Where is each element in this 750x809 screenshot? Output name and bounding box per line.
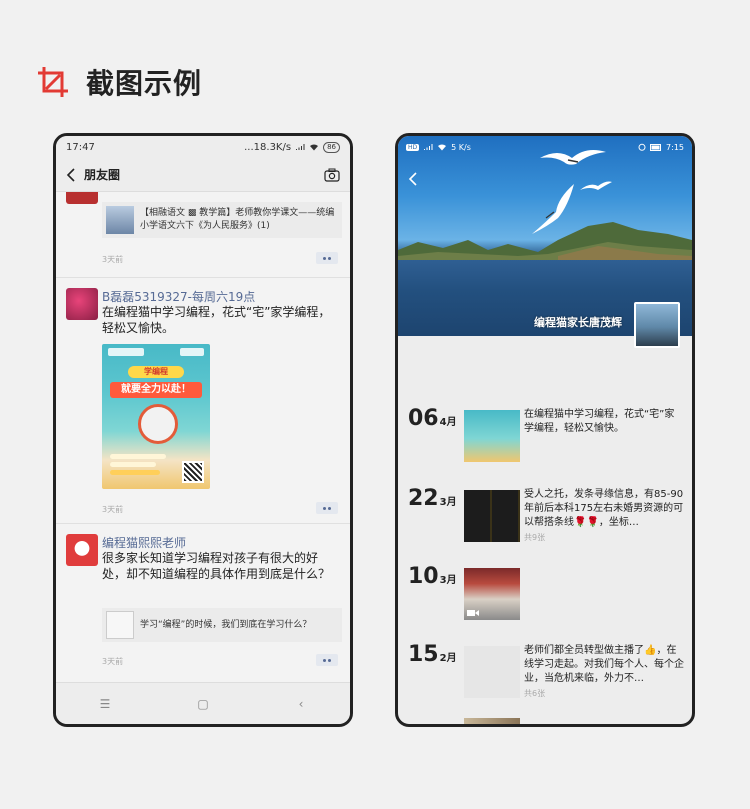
post-author[interactable]: B磊磊5319327-每周六19点 <box>102 288 255 305</box>
entry-date: 223月 <box>408 486 457 511</box>
qr-code <box>182 461 204 483</box>
more-actions-button[interactable] <box>316 502 338 514</box>
avatar[interactable] <box>66 288 98 320</box>
link-thumbnail <box>106 206 134 234</box>
wifi-icon <box>310 144 319 151</box>
owner-name[interactable]: 编程猫家长唐茂辉 <box>534 314 622 330</box>
shared-link-card[interactable]: 【相融语文 ▩ 教学篇】老师教你学课文——统编小学语文六下《为人民服务》(1) <box>102 202 342 238</box>
shared-link-card[interactable]: 学习“编程”的时候，我们到底在学习什么？ <box>102 608 342 642</box>
entry-thumbnail <box>464 718 520 724</box>
back-icon[interactable]: ‹ <box>294 697 308 711</box>
entry-text: 受人之托，发条寻缘信息，有85-90年前后本科175左右未婚男资源的可以帮搭条线… <box>524 489 684 528</box>
link-thumbnail <box>106 611 134 639</box>
poster-tag: 学编程 <box>128 366 184 378</box>
entry-date: 152月 <box>408 642 457 667</box>
camera-icon[interactable] <box>324 168 340 182</box>
post-time: 3天前 <box>102 657 124 666</box>
link-title: 【相融语文 ▩ 教学篇】老师教你学课文——统编小学语文六下《为人民服务》(1) <box>140 208 335 231</box>
owner-avatar[interactable] <box>634 302 680 348</box>
avatar[interactable] <box>66 534 98 566</box>
poster-headline: 就要全力以赴！ <box>110 382 202 398</box>
feed-post: B磊磊5319327-每周六19点 在编程猫中学习编程，花式“宅”家学编程，轻松… <box>56 278 350 524</box>
video-icon <box>467 610 479 616</box>
page-title: 截图示例 <box>86 67 203 100</box>
moments-feed[interactable]: 【相融语文 ▩ 教学篇】老师教你学课文——统编小学语文六下《为人民服务》(1) … <box>56 192 350 682</box>
seagull-image <box>540 150 606 165</box>
entry-date: 064月 <box>408 406 457 431</box>
post-text: 很多家长知道学习编程对孩子有很大的好处，却不知道编程的具体作用到底是什么？ <box>102 551 331 581</box>
battery-icon <box>650 143 662 151</box>
entry-thumbnail <box>464 646 520 698</box>
crop-icon <box>38 67 68 97</box>
timeline-entry[interactable] <box>398 718 692 724</box>
seagull-image <box>580 181 612 190</box>
system-nav-bar: ☰ ▢ ‹ <box>56 682 350 724</box>
home-icon[interactable]: ▢ <box>196 697 210 711</box>
entry-date: 103月 <box>408 564 457 589</box>
battery-indicator: 86 <box>323 141 340 153</box>
network-speed: ...18.3K/s <box>244 141 292 153</box>
post-text: 在编程猫中学习编程，花式“宅”家学编程，轻松又愉快。 <box>102 305 331 335</box>
wifi-icon <box>438 144 447 151</box>
feed-post: 编程猫熙熙老师 很多家长知道学习编程对孩子有很大的好处，却不知道编程的具体作用到… <box>56 524 350 682</box>
entry-thumbnail <box>464 410 520 462</box>
network-speed: 5 K/s <box>451 142 471 152</box>
status-time: 17:47 <box>66 141 95 153</box>
avatar[interactable] <box>66 192 98 204</box>
video-thumbnail <box>464 568 520 620</box>
post-author[interactable]: 编程猫熙熙老师 <box>102 534 186 551</box>
left-phone-screenshot: 17:47 ...18.3K/s 86 朋友圈 【相融语文 ▩ 教学篇】老师教你… <box>53 133 353 727</box>
photo-count: 共6张 <box>524 689 546 698</box>
signal-icon <box>296 144 305 150</box>
status-bar: 17:47 ...18.3K/s 86 <box>56 136 350 158</box>
nav-title: 朋友圈 <box>84 168 121 182</box>
moments-navbar: 朋友圈 <box>56 158 350 192</box>
alarm-icon <box>638 143 646 151</box>
more-actions-button[interactable] <box>316 654 338 666</box>
status-time: 7:15 <box>666 142 684 152</box>
back-arrow-icon[interactable] <box>408 172 418 186</box>
post-time: 3天前 <box>102 255 124 264</box>
menu-icon[interactable]: ☰ <box>98 697 112 711</box>
mascot-image <box>138 404 178 444</box>
more-actions-button[interactable] <box>316 252 338 264</box>
page-header: 截图示例 <box>36 62 202 102</box>
entry-text: 在编程猫中学习编程，花式“宅”家学编程，轻松又愉快。 <box>524 409 675 434</box>
post-time: 3天前 <box>102 505 124 514</box>
right-phone-screenshot: HD 5 K/s 7:15 编程猫家长唐茂辉 064月 在编程猫中学习编程，花式… <box>395 133 695 727</box>
link-title: 学习“编程”的时候，我们到底在学习什么？ <box>140 619 312 630</box>
back-arrow-icon[interactable] <box>66 167 76 182</box>
entry-text: 老师们都全员转型做主播了👍，在线学习走起。对我们每个人、每个企业，当危机来临，外… <box>524 645 684 684</box>
photo-count: 共9张 <box>524 533 546 542</box>
entry-thumbnail <box>464 490 520 542</box>
seagull-image <box>532 184 574 234</box>
feed-post: 【相融语文 ▩ 教学篇】老师教你学课文——统编小学语文六下《为人民服务》(1) … <box>56 192 350 278</box>
post-image[interactable]: 学编程 就要全力以赴！ <box>102 344 210 489</box>
signal-icon <box>424 144 433 150</box>
